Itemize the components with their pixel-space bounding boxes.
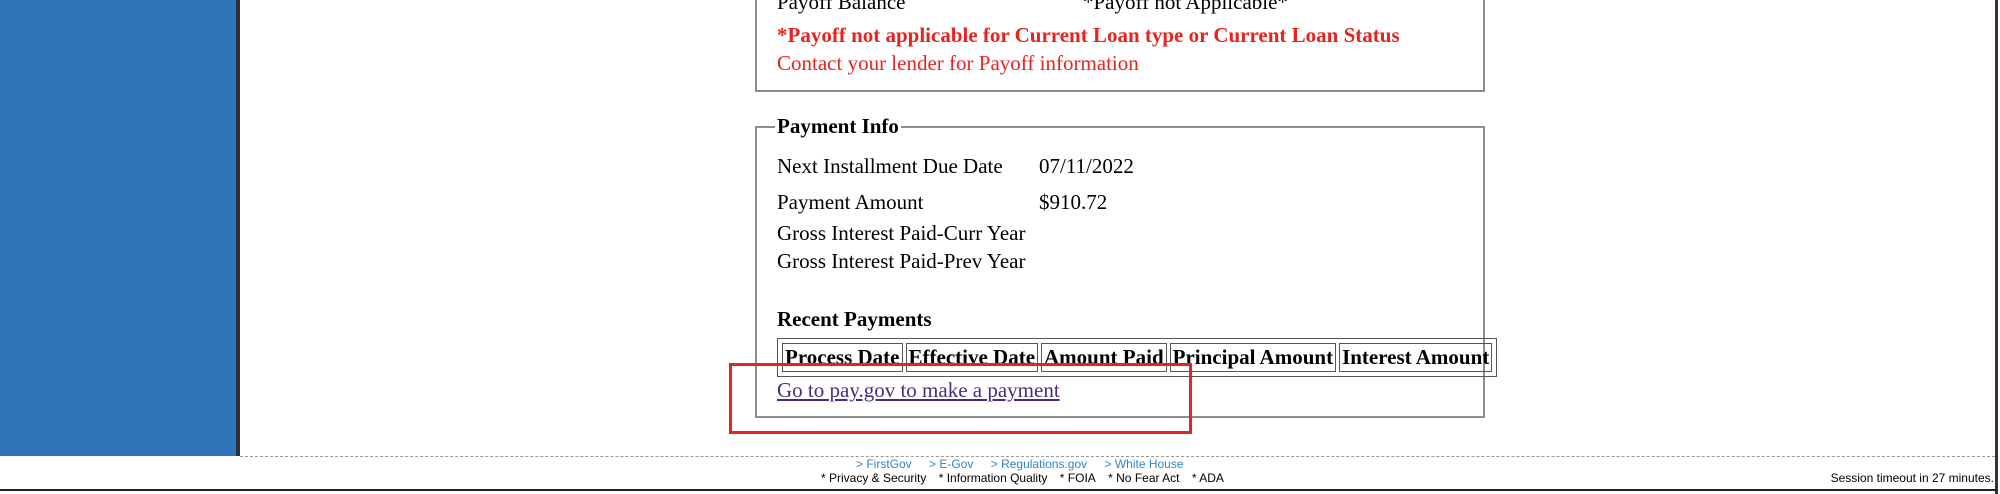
footer-link-foia[interactable]: * FOIA [1060,471,1096,485]
next-due-label: Next Installment Due Date [777,154,1003,178]
payment-amount-label: Payment Amount [777,190,924,214]
footer-link-whitehouse[interactable]: > White House [1104,457,1183,471]
footer-link-firstgov[interactable]: > FirstGov [856,457,912,471]
column-header-interest-amount: Interest Amount [1339,343,1493,372]
right-border [1995,0,1998,494]
payment-info-legend: Payment Info [775,114,901,138]
payoff-contact-note: Contact your lender for Payoff informati… [777,51,1139,75]
footer-link-egov[interactable]: > E-Gov [929,457,973,471]
footer-bottom-border [0,489,1997,491]
left-sidebar [0,0,236,456]
footer-links: > FirstGov > E-Gov > Regulations.gov > W… [856,457,1198,471]
payoff-warning: *Payoff not applicable for Current Loan … [777,23,1400,47]
gross-interest-prev-label: Gross Interest Paid-Prev Year [777,249,1026,273]
highlight-annotation [729,363,1192,434]
footer-link-privacy[interactable]: * Privacy & Security [821,471,926,485]
footer-link-regulations[interactable]: > Regulations.gov [991,457,1087,471]
sidebar-border [236,0,240,456]
payoff-section: Payoff Balance *Payoff not Applicable* *… [755,0,1485,92]
payment-amount-value: $910.72 [1039,190,1108,214]
gross-interest-curr-label: Gross Interest Paid-Curr Year [777,221,1026,245]
footer-link-info-quality[interactable]: * Information Quality [939,471,1048,485]
footer-policies: * Privacy & Security * Information Quali… [821,471,1233,485]
footer-link-no-fear-act[interactable]: * No Fear Act [1108,471,1179,485]
next-due-value: 07/11/2022 [1039,154,1134,178]
session-timeout-text: Session timeout in 27 minutes. [1830,471,1994,485]
recent-payments-title: Recent Payments [777,307,932,331]
payoff-balance-value: *Payoff not Applicable* [1083,0,1288,14]
column-header-principal-amount: Principal Amount [1169,343,1337,372]
footer-link-ada[interactable]: * ADA [1192,471,1224,485]
payoff-balance-label: Payoff Balance [777,0,906,14]
